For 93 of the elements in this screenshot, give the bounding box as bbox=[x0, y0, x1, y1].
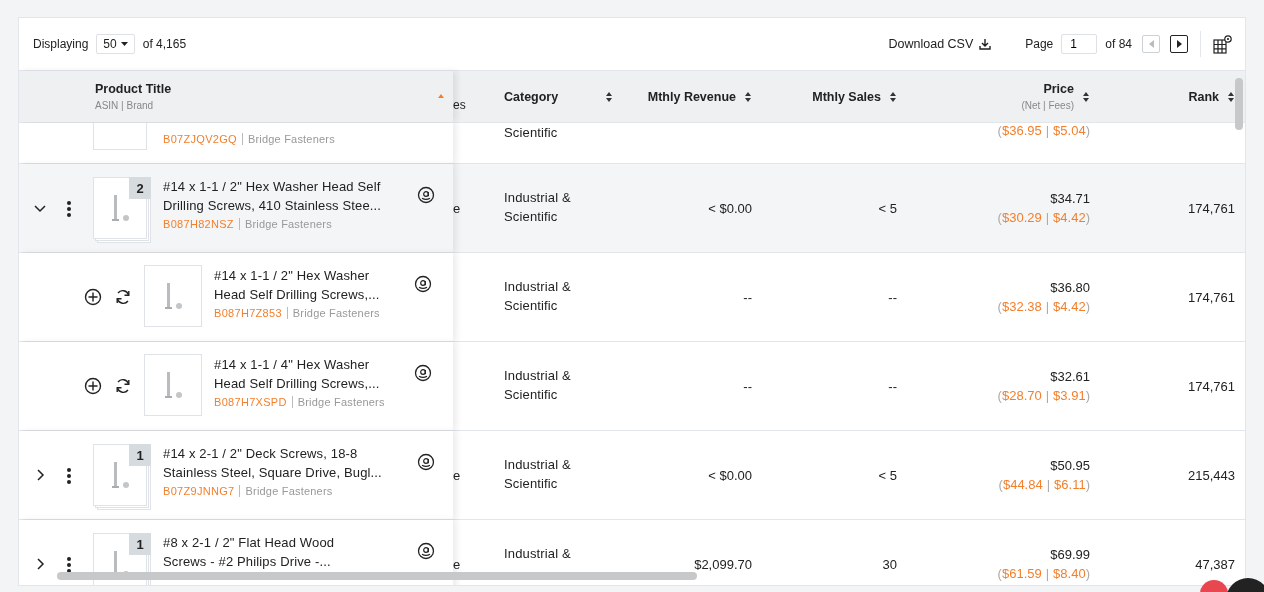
sales-value: -- bbox=[888, 378, 897, 394]
column-header[interactable]: Category bbox=[504, 89, 559, 104]
category-text: Industrial & bbox=[504, 545, 571, 563]
category-text: Industrial & Scientific bbox=[504, 278, 571, 315]
caret-icon[interactable] bbox=[120, 42, 128, 46]
page-total: of 84 bbox=[1105, 37, 1132, 51]
net-fees-text: ($32.38 | $4.42) bbox=[997, 298, 1090, 316]
displaying-label: Displaying bbox=[33, 37, 89, 51]
brand-name: Bridge Fasteners bbox=[247, 132, 335, 146]
sales-value: -- bbox=[888, 289, 897, 305]
sort-icon[interactable] bbox=[605, 90, 613, 103]
price-value: $69.99 bbox=[1050, 546, 1090, 564]
product-title[interactable]: #14 x 2-1 / 2" Deck Screws, 18-8 bbox=[163, 444, 413, 463]
sort-icon[interactable] bbox=[889, 90, 897, 103]
triangle-right-icon[interactable] bbox=[1176, 40, 1182, 48]
page-label: Page bbox=[1025, 37, 1054, 51]
brand-name: Bridge Fasteners bbox=[244, 217, 332, 231]
screw-drawing bbox=[111, 462, 129, 488]
column-header[interactable]: Mthly Sales bbox=[812, 89, 881, 104]
net-fees-text: ($61.59 | $8.40) bbox=[997, 565, 1090, 583]
column-header-fragment: es bbox=[453, 98, 466, 112]
amazon-icon bbox=[414, 275, 432, 293]
price-value: $36.80 bbox=[1050, 279, 1090, 297]
add-icon[interactable] bbox=[84, 377, 102, 395]
download-icon[interactable] bbox=[979, 38, 992, 50]
sales-value: 30 bbox=[882, 556, 897, 572]
rank-value: 174,761 bbox=[1188, 200, 1235, 216]
price-value: $50.95 bbox=[1050, 457, 1090, 475]
amazon-icon bbox=[417, 186, 435, 204]
cell-fragment: e bbox=[453, 556, 461, 572]
column-subheader: (Net | Fees) bbox=[1021, 100, 1074, 111]
per-page-dropdown[interactable]: 50 bbox=[96, 34, 135, 54]
category-text: Industrial & Scientific bbox=[504, 189, 571, 226]
amazon-icon bbox=[414, 364, 432, 382]
cell-fragment: e bbox=[453, 467, 461, 483]
sales-value: < 5 bbox=[878, 467, 897, 483]
rank-value: 47,387 bbox=[1195, 556, 1235, 572]
category-text: Industrial & Scientific bbox=[504, 367, 571, 404]
category-text: Scientific bbox=[504, 124, 558, 142]
price-value: $34.71 bbox=[1050, 190, 1090, 208]
variant-count-badge: 1 bbox=[129, 533, 151, 555]
refresh-icon[interactable] bbox=[114, 377, 132, 395]
rank-value: 174,761 bbox=[1188, 289, 1235, 305]
refresh-icon[interactable] bbox=[114, 288, 132, 306]
revenue-value: $2,099.70 bbox=[694, 556, 752, 572]
net-fees-text: ($36.95 | $5.04) bbox=[997, 123, 1090, 138]
product-title[interactable]: Head Self Drilling Screws,... bbox=[214, 374, 412, 393]
product-title[interactable]: #14 x 1-1 / 2" Hex Washer Head Self bbox=[163, 177, 413, 196]
vertical-scrollbar[interactable] bbox=[1235, 78, 1243, 130]
product-title[interactable]: #8 x 2-1 / 2" Flat Head Wood bbox=[163, 533, 413, 552]
revenue-value: -- bbox=[743, 289, 752, 305]
product-title[interactable]: Drilling Screws, 410 Stainless Stee... bbox=[163, 196, 413, 215]
screw-drawing bbox=[164, 283, 182, 309]
revenue-value: < $0.00 bbox=[708, 467, 752, 483]
product-title[interactable]: Head Self Drilling Screws,... bbox=[214, 285, 412, 304]
page-input[interactable]: 1 bbox=[1061, 34, 1098, 54]
brand-name: Bridge Fasteners bbox=[297, 395, 385, 409]
rank-value: 215,443 bbox=[1188, 467, 1235, 483]
sales-value: < 5 bbox=[878, 200, 897, 216]
column-header[interactable]: Price bbox=[1043, 82, 1074, 96]
column-settings-icon[interactable] bbox=[1213, 34, 1233, 54]
screw-drawing bbox=[164, 372, 182, 398]
variant-count-badge: 2 bbox=[129, 177, 151, 199]
column-header[interactable]: Mthly Revenue bbox=[647, 89, 736, 104]
column-header[interactable]: Product Title bbox=[95, 82, 172, 96]
column-subheader: ASIN | Brand bbox=[95, 100, 154, 111]
rank-value: 174,761 bbox=[1188, 378, 1235, 394]
column-header[interactable]: Rank bbox=[1188, 89, 1219, 104]
product-title[interactable]: Stainless Steel, Square Drive, Bugl... bbox=[163, 463, 413, 482]
price-value: $32.61 bbox=[1050, 368, 1090, 386]
net-fees-text: ($30.29 | $4.42) bbox=[997, 209, 1090, 227]
category-text: Industrial & Scientific bbox=[504, 456, 571, 493]
product-title[interactable]: #14 x 1-1 / 2" Hex Washer bbox=[214, 266, 412, 285]
total-count: of 4,165 bbox=[142, 37, 187, 51]
variant-count-badge: 1 bbox=[129, 444, 151, 466]
revenue-value: -- bbox=[743, 378, 752, 394]
amazon-icon bbox=[417, 542, 435, 560]
next-page-button[interactable] bbox=[1170, 35, 1188, 53]
screw-drawing bbox=[111, 195, 129, 221]
sort-icon[interactable] bbox=[1082, 90, 1090, 103]
sort-icon[interactable] bbox=[744, 90, 752, 103]
product-title[interactable]: Screws - #2 Philips Drive -... bbox=[163, 552, 413, 571]
horizontal-scrollbar[interactable] bbox=[57, 572, 697, 580]
brand-name: Bridge Fasteners bbox=[292, 306, 380, 320]
brand-name: Bridge Fasteners bbox=[245, 484, 333, 498]
download-csv-button[interactable]: Download CSV bbox=[888, 37, 992, 51]
amazon-icon bbox=[417, 453, 435, 471]
product-title[interactable]: #14 x 1-1 / 4" Hex Washer bbox=[214, 355, 412, 374]
revenue-value: < $0.00 bbox=[708, 200, 752, 216]
net-fees-text: ($44.84 | $6.11) bbox=[998, 476, 1090, 494]
add-icon[interactable] bbox=[84, 288, 102, 306]
cell-fragment: e bbox=[453, 200, 461, 216]
net-fees-text: ($28.70 | $3.91) bbox=[997, 387, 1090, 405]
